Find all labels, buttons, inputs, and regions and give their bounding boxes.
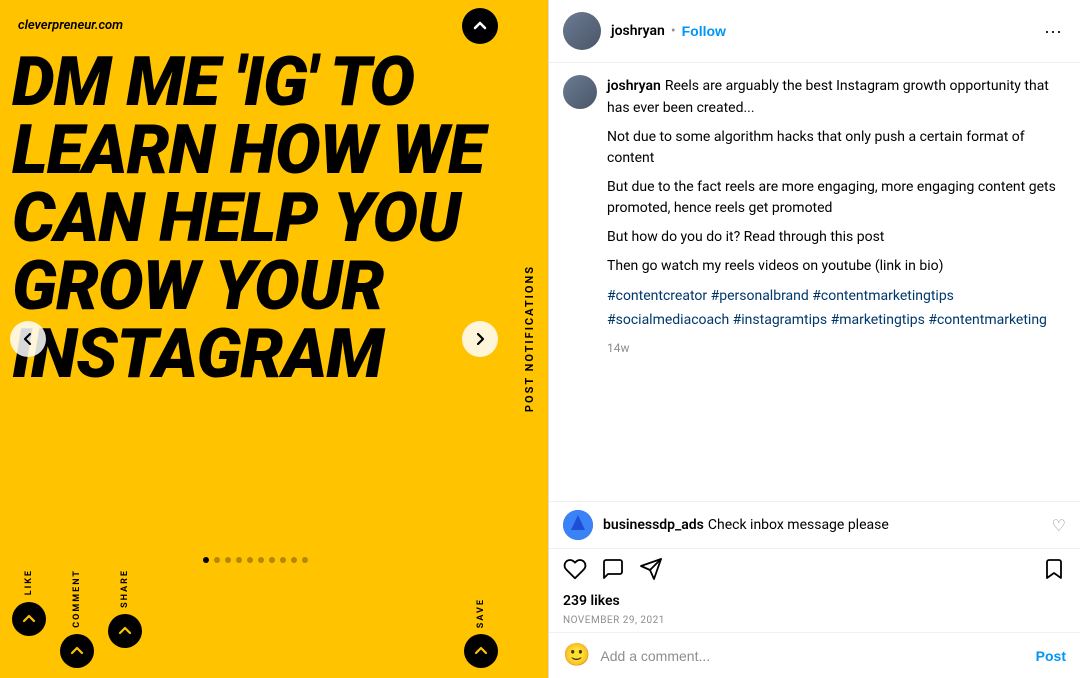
action-icons <box>563 557 663 581</box>
caption-line-4: But how do you do it? Read through this … <box>607 227 1066 248</box>
commenter-avatar <box>563 510 593 540</box>
like-button[interactable] <box>12 602 46 636</box>
right-panel: joshryan • Follow ··· joshryanReels are … <box>548 0 1080 678</box>
share-action[interactable]: SHARE <box>108 569 142 668</box>
dot-10 <box>302 557 308 563</box>
separator: • <box>671 23 676 39</box>
save-button[interactable] <box>464 634 498 668</box>
dot-1 <box>203 557 209 563</box>
dot-7 <box>269 557 275 563</box>
more-options-button[interactable]: ··· <box>1040 17 1066 46</box>
user-avatar <box>563 12 601 50</box>
dot-8 <box>280 557 286 563</box>
follow-button[interactable]: Follow <box>682 23 726 39</box>
dot-2 <box>214 557 220 563</box>
time-ago: 14w <box>607 341 1066 355</box>
dot-6 <box>258 557 264 563</box>
commenter-username[interactable]: businessdp_ads <box>603 517 704 533</box>
comment-content: businessdp_adsCheck inbox message please <box>603 517 1042 533</box>
share-button[interactable] <box>108 614 142 648</box>
header-user-info: joshryan • Follow <box>611 23 1040 39</box>
dot-5 <box>247 557 253 563</box>
bottom-actions: LIKE COMMENT SHARE <box>12 569 498 668</box>
like-icon[interactable] <box>563 557 587 581</box>
comment-text: Check inbox message please <box>708 517 889 533</box>
share-icon[interactable] <box>639 557 663 581</box>
dot-4 <box>236 557 242 563</box>
comment-heart-icon[interactable]: ♡ <box>1052 516 1066 535</box>
dot-9 <box>291 557 297 563</box>
comment-input[interactable] <box>600 648 1025 664</box>
website-label: cleverpreneur.com <box>18 18 123 33</box>
caption-line-3: But due to the fact reels are more engag… <box>607 177 1066 219</box>
post-notifications-label: POST NOTIFICATIONS <box>510 0 548 678</box>
dot-3 <box>225 557 231 563</box>
caption-line-2: Not due to some algorithm hacks that onl… <box>607 127 1066 169</box>
caption-area: joshryanReels are arguably the best Inst… <box>549 63 1080 501</box>
post-header: joshryan • Follow ··· <box>549 0 1080 63</box>
bottom-bar: LIKE COMMENT SHARE <box>0 549 510 678</box>
comment-icon[interactable] <box>601 557 625 581</box>
caption-line-5: Then go watch my reels videos on youtube… <box>607 256 1066 277</box>
prev-slide-button[interactable] <box>10 321 46 357</box>
header-username[interactable]: joshryan <box>611 23 665 39</box>
save-action[interactable]: SAVE <box>464 598 498 668</box>
comment-button[interactable] <box>60 634 94 668</box>
scroll-up-button[interactable] <box>462 8 498 44</box>
left-panel: cleverpreneur.com POST NOTIFICATIONS DM … <box>0 0 548 678</box>
comment-action[interactable]: COMMENT <box>60 569 94 668</box>
emoji-button[interactable]: 🙂 <box>563 643 590 668</box>
caption-username[interactable]: joshryan <box>607 78 661 94</box>
post-comment-button[interactable]: Post <box>1036 648 1066 664</box>
caption-text-block: joshryanReels are arguably the best Inst… <box>607 75 1066 355</box>
like-action[interactable]: LIKE <box>12 569 46 668</box>
caption-line-1: Reels are arguably the best Instagram gr… <box>607 78 1049 116</box>
likes-count: 239 likes <box>549 589 1080 613</box>
caption-avatar <box>563 75 597 109</box>
action-group: LIKE COMMENT SHARE <box>12 569 142 668</box>
post-date: NOVEMBER 29, 2021 <box>549 613 1080 632</box>
slide-dots <box>12 557 498 563</box>
comment-row: businessdp_adsCheck inbox message please… <box>549 501 1080 548</box>
next-slide-button[interactable] <box>462 321 498 357</box>
caption-block: joshryanReels are arguably the best Inst… <box>563 75 1066 355</box>
add-comment-row: 🙂 Post <box>549 632 1080 678</box>
bookmark-icon[interactable] <box>1042 557 1066 581</box>
action-bar <box>549 548 1080 589</box>
main-headline: DM ME 'IG' TO LEARN HOW WE CAN HELP YOU … <box>12 48 498 388</box>
hashtags[interactable]: #contentcreator #personalbrand #contentm… <box>607 285 1066 333</box>
